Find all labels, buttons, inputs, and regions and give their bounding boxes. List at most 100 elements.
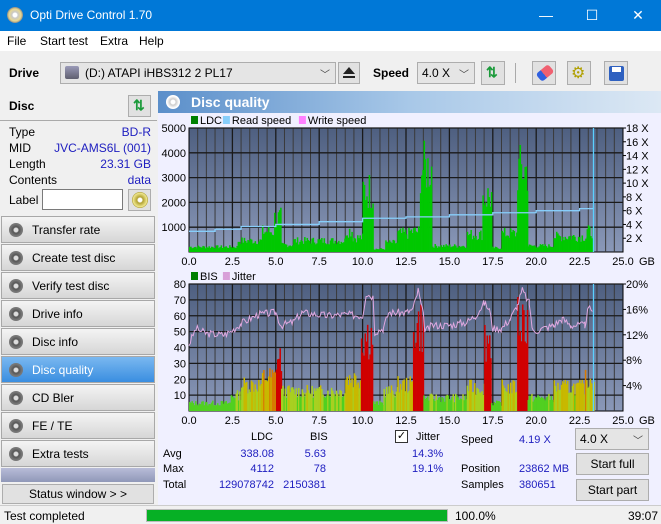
start-part-button[interactable]: Start part (576, 479, 649, 501)
gears-icon: ⚙ (571, 65, 586, 82)
test-speed-select[interactable]: 4.0 X ﹀ (575, 428, 649, 450)
x-tick-label: 17.5 (482, 415, 503, 427)
x-tick-label: 5.0 (268, 256, 283, 268)
chevron-down-icon: ﹀ (320, 70, 330, 81)
label-field-label: Label (9, 193, 39, 207)
toolbar: Drive (D:) ATAPI iHBS312 2 PL17 ﹀ Speed … (0, 51, 661, 91)
floppy-disk-icon (609, 66, 624, 81)
y2-tick-label: 16% (626, 304, 648, 316)
menu-start-test[interactable]: Start test (40, 34, 88, 48)
x-tick-label: 22.5 (569, 415, 590, 427)
avg-jitter: 14.3% (412, 448, 444, 460)
y-tick-label: 80 (174, 279, 186, 291)
ldc-bar (430, 166, 433, 252)
y2-tick-label: 6 X (626, 206, 643, 218)
y-tick-label: 50 (174, 327, 186, 339)
fe-te-icon (9, 419, 23, 433)
nav-fe-te[interactable]: FE / TE (1, 412, 155, 439)
disc-length-row: Length 23.31 GB (9, 157, 151, 171)
nav-transfer-rate[interactable]: Transfer rate (1, 216, 155, 243)
total-ldc: 129078742 (218, 479, 274, 491)
nav-drive-info[interactable]: Drive info (1, 300, 155, 327)
start-full-button[interactable]: Start full (576, 453, 649, 475)
disc-mid-row: MID JVC-AMS6L (001) (9, 141, 151, 155)
total-label: Total (163, 479, 187, 491)
speed-value: 4.0 X (422, 66, 451, 80)
x-tick-label: 20.0 (525, 256, 546, 268)
main-panel: Disc quality LDC Read speed Write speed 100… (158, 91, 661, 505)
y2-tick-label: 2 X (626, 233, 643, 245)
y-tick-label: 60 (174, 311, 186, 323)
progress-fill (147, 510, 447, 521)
y-tick-label: 30 (174, 358, 186, 370)
app-disc-icon (7, 7, 23, 23)
nav-disc-quality[interactable]: Disc quality (1, 356, 155, 383)
status-window-button[interactable]: Status window > > (2, 484, 154, 504)
maximize-button[interactable]: ☐ (569, 0, 615, 31)
drive-select[interactable]: (D:) ATAPI iHBS312 2 PL17 ﹀ (60, 62, 336, 84)
minimize-button[interactable]: — (523, 0, 569, 31)
disc-label-input[interactable] (42, 189, 123, 210)
legend-label-ldc: LDC (200, 115, 222, 127)
refresh-arrows-icon: ⇅ (133, 97, 145, 113)
y-tick-label: 5000 (162, 123, 186, 135)
nav-extra-tests[interactable]: Extra tests (1, 440, 155, 467)
y-tick-label: 10 (174, 390, 186, 402)
nav-create-test-disc[interactable]: Create test disc (1, 244, 155, 271)
erase-button[interactable] (532, 61, 556, 85)
y2-tick-label: 16 X (626, 137, 649, 149)
menu-file[interactable]: File (7, 34, 26, 48)
transfer-rate-icon (9, 223, 23, 237)
x-tick-label: 7.5 (312, 256, 327, 268)
nav-verify-test-disc[interactable]: Verify test disc (1, 272, 155, 299)
legend-swatch-bis (191, 272, 198, 280)
y2-tick-label: 4% (626, 381, 642, 393)
position-label: Position (461, 463, 501, 475)
refresh-button[interactable]: ⇅ (481, 61, 505, 85)
max-jitter: 19.1% (412, 463, 444, 475)
nav-cd-bler[interactable]: CD Bler (1, 384, 155, 411)
max-ldc: 4112 (250, 463, 274, 475)
speed-label: Speed (373, 66, 410, 80)
menu-extra[interactable]: Extra (100, 34, 128, 48)
eject-button[interactable] (338, 62, 360, 84)
nav-disc-info[interactable]: Disc info (1, 328, 155, 355)
x-tick-label: 25.0 (612, 256, 633, 268)
jitter-checkbox[interactable]: ✓ (395, 430, 408, 443)
x-tick-label: 12.5 (395, 415, 416, 427)
save-button[interactable] (604, 61, 628, 85)
disc-quality-icon (9, 363, 23, 377)
speed-select[interactable]: 4.0 X ﹀ (417, 62, 475, 84)
ldc-bar (372, 203, 374, 252)
x-tick-label: 0.0 (181, 415, 196, 427)
y2-tick-label: 4 X (626, 219, 643, 231)
disc-mid-value: JVC-AMS6L (001) (54, 141, 151, 155)
x-tick-label: 2.5 (225, 415, 240, 427)
speed-label: Speed (461, 434, 493, 446)
disc-label-button[interactable] (128, 189, 151, 211)
settings-button[interactable]: ⚙ (567, 61, 591, 85)
y2-tick-label: 10 X (626, 178, 649, 190)
y2-tick-label: 8 X (626, 192, 643, 204)
chevron-down-icon: ﹀ (633, 436, 643, 447)
window-title: Opti Drive Control 1.70 (30, 8, 153, 22)
chevron-down-icon: ﹀ (459, 70, 469, 81)
disc-contents-row: Contents data (9, 173, 151, 187)
samples-label: Samples (461, 479, 504, 491)
section-title-bar: Disc quality (158, 91, 661, 113)
x-tick-label: 12.5 (395, 256, 416, 268)
disc-refresh-button[interactable]: ⇅ (128, 95, 151, 117)
legend-swatch-write-speed (298, 116, 306, 124)
status-text: Test completed (4, 509, 85, 523)
y-tick-label: 20 (174, 374, 186, 386)
ldc-chart: LDC Read speed Write speed 1000 2000 3000 4000… (162, 115, 655, 268)
drive-value: (D:) ATAPI iHBS312 2 PL17 (85, 66, 233, 80)
close-button[interactable]: ✕ (615, 0, 661, 31)
avg-label: Avg (163, 448, 182, 460)
x-tick-label: 10.0 (352, 415, 373, 427)
y-tick-label: 2000 (162, 197, 186, 209)
x-tick-label: 17.5 (482, 256, 503, 268)
legend-swatch-read-speed (222, 116, 230, 124)
bis-bar (371, 344, 374, 411)
menu-help[interactable]: Help (139, 34, 164, 48)
